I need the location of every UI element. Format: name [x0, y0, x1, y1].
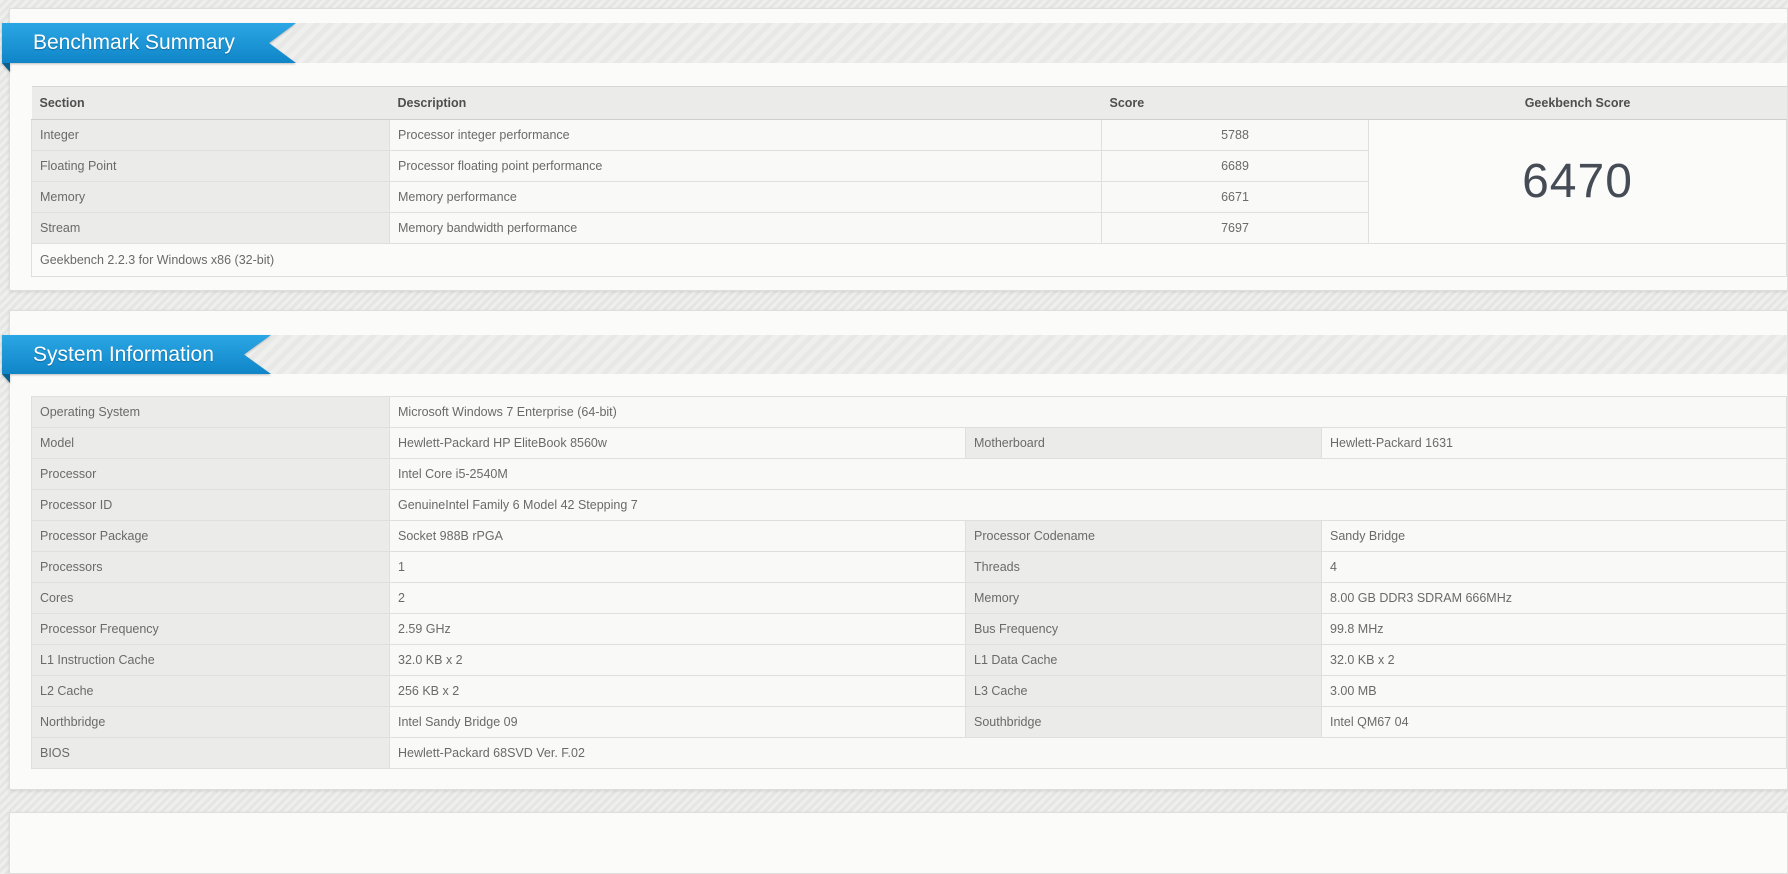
ribbon-fold	[2, 63, 10, 72]
table-row: Processor Intel Core i5-2540M	[32, 459, 1787, 490]
benchmark-summary-header-strip: Benchmark Summary	[10, 23, 1787, 63]
benchmark-summary-title: Benchmark Summary	[2, 23, 296, 63]
system-information-table: Operating System Microsoft Windows 7 Ent…	[31, 396, 1787, 769]
table-footnote-row: Geekbench 2.2.3 for Windows x86 (32-bit)	[32, 244, 1787, 277]
info-label: L1 Data Cache	[966, 645, 1322, 676]
section-name: Stream	[32, 213, 390, 244]
section-description: Memory bandwidth performance	[390, 213, 1102, 244]
system-information-ribbon: System Information	[2, 335, 271, 374]
info-label: BIOS	[32, 738, 390, 769]
table-row: Processors 1 Threads 4	[32, 552, 1787, 583]
benchmark-summary-table: Section Description Score Geekbench Scor…	[31, 86, 1787, 277]
table-row: Processor Package Socket 988B rPGA Proce…	[32, 521, 1787, 552]
system-information-header-strip: System Information	[10, 335, 1787, 374]
info-label: Southbridge	[966, 707, 1322, 738]
info-label: L2 Cache	[32, 676, 390, 707]
section-name: Integer	[32, 120, 390, 151]
col-header-section: Section	[32, 87, 390, 120]
info-value: 99.8 MHz	[1322, 614, 1787, 645]
info-label: Memory	[966, 583, 1322, 614]
info-label: Processor Frequency	[32, 614, 390, 645]
geekbench-version-note: Geekbench 2.2.3 for Windows x86 (32-bit)	[32, 244, 1787, 277]
info-label: L3 Cache	[966, 676, 1322, 707]
benchmark-summary-panel: Benchmark Summary Section Description Sc…	[9, 8, 1788, 291]
ribbon-fold	[2, 374, 10, 383]
info-label: Model	[32, 428, 390, 459]
info-label: Motherboard	[966, 428, 1322, 459]
info-label: Processor ID	[32, 490, 390, 521]
table-row: L2 Cache 256 KB x 2 L3 Cache 3.00 MB	[32, 676, 1787, 707]
col-header-description: Description	[390, 87, 1102, 120]
info-label: Processor	[32, 459, 390, 490]
section-score: 6689	[1102, 151, 1369, 182]
col-header-geekbench-score: Geekbench Score	[1369, 87, 1787, 120]
info-label: Bus Frequency	[966, 614, 1322, 645]
table-row: Processor Frequency 2.59 GHz Bus Frequen…	[32, 614, 1787, 645]
table-row: Processor ID GenuineIntel Family 6 Model…	[32, 490, 1787, 521]
col-header-score: Score	[1102, 87, 1369, 120]
info-value: 256 KB x 2	[390, 676, 966, 707]
info-value: 32.0 KB x 2	[1322, 645, 1787, 676]
info-value: Hewlett-Packard 1631	[1322, 428, 1787, 459]
info-value: Intel QM67 04	[1322, 707, 1787, 738]
geekbench-score-value: 6470	[1369, 120, 1787, 244]
info-label: Processor Package	[32, 521, 390, 552]
table-row: Cores 2 Memory 8.00 GB DDR3 SDRAM 666MHz	[32, 583, 1787, 614]
table-row: Operating System Microsoft Windows 7 Ent…	[32, 397, 1787, 428]
section-name: Memory	[32, 182, 390, 213]
info-value: Hewlett-Packard HP EliteBook 8560w	[390, 428, 966, 459]
info-value: 32.0 KB x 2	[390, 645, 966, 676]
info-value: Hewlett-Packard 68SVD Ver. F.02	[390, 738, 1787, 769]
section-description: Memory performance	[390, 182, 1102, 213]
info-value: Intel Sandy Bridge 09	[390, 707, 966, 738]
info-value: Sandy Bridge	[1322, 521, 1787, 552]
section-score: 7697	[1102, 213, 1369, 244]
section-description: Processor floating point performance	[390, 151, 1102, 182]
section-description: Processor integer performance	[390, 120, 1102, 151]
info-label: L1 Instruction Cache	[32, 645, 390, 676]
table-row: L1 Instruction Cache 32.0 KB x 2 L1 Data…	[32, 645, 1787, 676]
info-value: 2.59 GHz	[390, 614, 966, 645]
info-label: Cores	[32, 583, 390, 614]
info-value: 8.00 GB DDR3 SDRAM 666MHz	[1322, 583, 1787, 614]
info-label: Processor Codename	[966, 521, 1322, 552]
benchmark-table-header-row: Section Description Score Geekbench Scor…	[32, 87, 1787, 120]
info-label: Northbridge	[32, 707, 390, 738]
info-value: Intel Core i5-2540M	[390, 459, 1787, 490]
section-score: 6671	[1102, 182, 1369, 213]
info-value: Socket 988B rPGA	[390, 521, 966, 552]
info-value: 4	[1322, 552, 1787, 583]
info-value: 3.00 MB	[1322, 676, 1787, 707]
table-row: Northbridge Intel Sandy Bridge 09 Southb…	[32, 707, 1787, 738]
table-row: Model Hewlett-Packard HP EliteBook 8560w…	[32, 428, 1787, 459]
benchmark-summary-ribbon: Benchmark Summary	[2, 23, 296, 63]
info-label: Processors	[32, 552, 390, 583]
info-label: Threads	[966, 552, 1322, 583]
section-score: 5788	[1102, 120, 1369, 151]
system-information-title: System Information	[2, 335, 271, 374]
section-name: Floating Point	[32, 151, 390, 182]
info-label: Operating System	[32, 397, 390, 428]
table-row: BIOS Hewlett-Packard 68SVD Ver. F.02	[32, 738, 1787, 769]
info-value: GenuineIntel Family 6 Model 42 Stepping …	[390, 490, 1787, 521]
next-section-panel-cutoff	[9, 812, 1788, 874]
info-value: Microsoft Windows 7 Enterprise (64-bit)	[390, 397, 1787, 428]
table-row: Integer Processor integer performance 57…	[32, 120, 1787, 151]
system-information-panel: System Information Operating System Micr…	[9, 310, 1788, 790]
info-value: 2	[390, 583, 966, 614]
info-value: 1	[390, 552, 966, 583]
